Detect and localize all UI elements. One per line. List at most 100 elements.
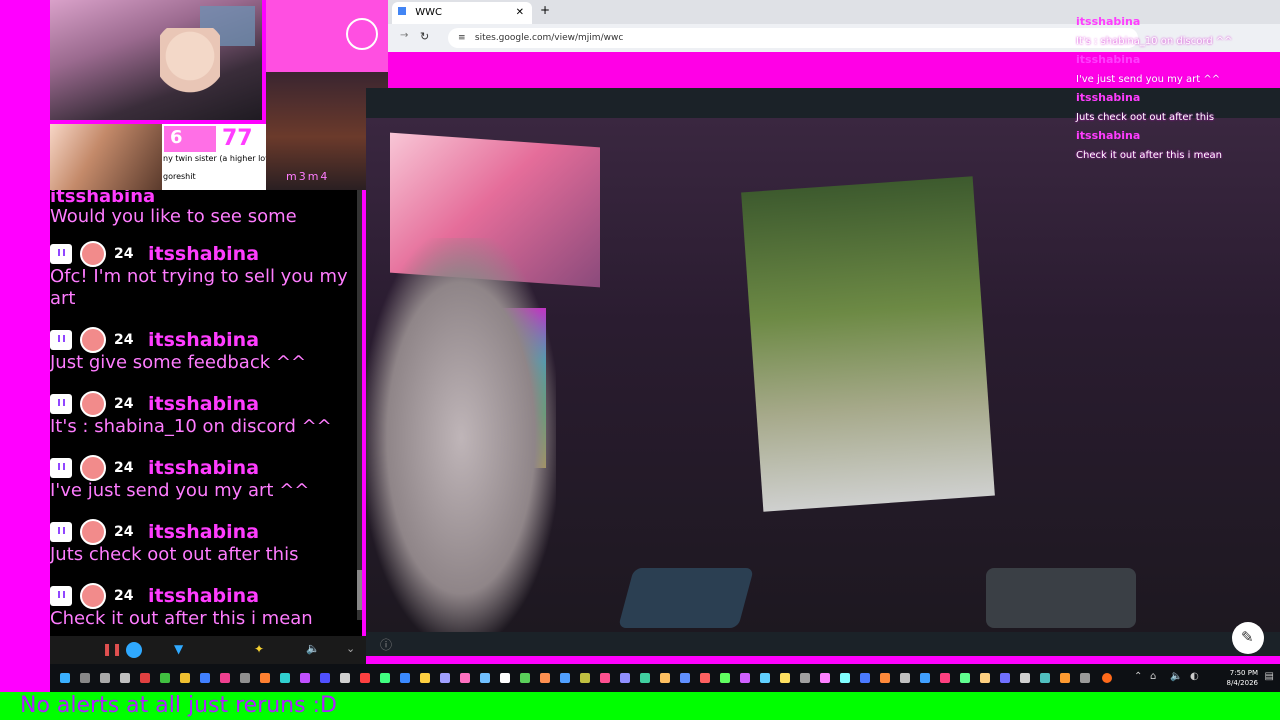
app-icon[interactable]	[580, 673, 590, 683]
bottom-banner: No alerts at all just reruns :D	[0, 692, 1280, 720]
app-icon[interactable]	[860, 673, 870, 683]
mini-chat-message: itsshabina It's : shabina_10 on discord …	[1076, 10, 1233, 48]
app-icon[interactable]	[640, 673, 650, 683]
filter-icon[interactable]: ▼	[174, 642, 183, 656]
avatar	[80, 583, 106, 609]
app-icon[interactable]	[840, 673, 850, 683]
app-icon[interactable]	[940, 673, 950, 683]
chat-bubble-icon[interactable]	[126, 642, 142, 658]
app-icon[interactable]	[740, 673, 750, 683]
app-icon[interactable]	[440, 673, 450, 683]
search-icon[interactable]	[80, 673, 90, 683]
mini-chat-message: itsshabina I've just send you my art ^^	[1076, 48, 1220, 86]
app-icon[interactable]	[720, 673, 730, 683]
fur-blur	[366, 238, 556, 632]
chat-text: Ofc! I'm not trying to sell you my art	[50, 266, 348, 309]
clock-time: 7:50 PM	[1229, 669, 1258, 677]
app-icon[interactable]	[780, 673, 790, 683]
speaker-icon[interactable]: ◐	[1190, 671, 1199, 682]
app-icon[interactable]	[320, 673, 330, 683]
app-icon[interactable]	[540, 673, 550, 683]
app-icon[interactable]	[760, 673, 770, 683]
stream-deck-right	[986, 568, 1136, 628]
notification-icon[interactable]: ▤	[1265, 671, 1274, 682]
reload-icon[interactable]: ↻	[420, 30, 429, 43]
collapse-icon[interactable]: ⌄	[346, 642, 355, 655]
app-icon[interactable]	[560, 673, 570, 683]
app-icon[interactable]	[680, 673, 690, 683]
app-icon[interactable]	[500, 673, 510, 683]
app-icon[interactable]	[1000, 673, 1010, 683]
app-icon[interactable]	[880, 673, 890, 683]
chat-text: I've just send you my art ^^	[50, 480, 310, 501]
app-icon[interactable]	[280, 673, 290, 683]
app-icon[interactable]	[960, 673, 970, 683]
app-icon[interactable]	[180, 673, 190, 683]
new-tab-icon[interactable]: +	[540, 3, 550, 17]
app-icon[interactable]	[100, 673, 110, 683]
app-icon[interactable]	[900, 673, 910, 683]
widget-count-big: 77	[222, 126, 253, 151]
app-icon[interactable]	[360, 673, 370, 683]
volume-icon[interactable]: 🔈	[306, 642, 320, 655]
app-icon[interactable]	[400, 673, 410, 683]
twitch-badge-icon	[50, 244, 72, 264]
tab-title: WWC	[415, 7, 442, 18]
app-icon[interactable]	[800, 673, 810, 683]
edit-button[interactable]: ✎	[1232, 622, 1264, 654]
app-icon[interactable]	[660, 673, 670, 683]
avatar	[80, 519, 106, 545]
tab-wwc[interactable]: WWC ✕	[392, 2, 532, 24]
app-icon[interactable]	[380, 673, 390, 683]
windows-taskbar: ⌃ ⌂ 🔈 ◐ 7:50 PM 8/4/2026 ▤	[50, 664, 1280, 692]
forward-icon[interactable]: →	[400, 30, 408, 41]
app-icon[interactable]	[340, 673, 350, 683]
close-icon[interactable]: ✕	[516, 2, 524, 24]
address-bar[interactable]: ≡ sites.google.com/view/mjim/wwc	[448, 28, 1138, 48]
pencil-icon: ✎	[1241, 628, 1254, 646]
app-icon[interactable]	[480, 673, 490, 683]
app-icon[interactable]	[220, 673, 230, 683]
broom-icon[interactable]: ✦	[254, 642, 264, 656]
app-icon[interactable]	[520, 673, 530, 683]
chevron-up-icon[interactable]: ⌃	[1134, 671, 1142, 682]
app-icon[interactable]	[160, 673, 170, 683]
app-icon[interactable]	[1040, 673, 1050, 683]
browser-icon[interactable]	[1102, 673, 1112, 683]
app-icon[interactable]	[1060, 673, 1070, 683]
app-icon[interactable]	[260, 673, 270, 683]
app-icon[interactable]	[300, 673, 310, 683]
app-icon[interactable]	[1080, 673, 1090, 683]
pause-icon[interactable]: ❚❚	[102, 642, 122, 656]
app-icon[interactable]	[240, 673, 250, 683]
chat-text: Juts check oot out after this	[50, 544, 299, 565]
app-icon[interactable]	[420, 673, 430, 683]
scrollbar-thumb[interactable]	[357, 570, 362, 610]
app-icon[interactable]	[600, 673, 610, 683]
chat-username: itsshabina	[148, 329, 260, 351]
heart-rate-widget: 132 max min 75	[266, 0, 390, 104]
chat-scrollbar[interactable]	[357, 190, 362, 620]
app-icon[interactable]	[820, 673, 830, 683]
mini-chat-text: Check it out after this i mean	[1076, 150, 1222, 161]
app-icon[interactable]	[620, 673, 630, 683]
site-info-icon[interactable]: ≡	[458, 28, 468, 48]
app-icon[interactable]	[700, 673, 710, 683]
app-icon[interactable]	[920, 673, 930, 683]
chat-message: 24 itsshabina It's : shabina_10 on disco…	[50, 391, 360, 438]
sub-badge: 24	[114, 460, 134, 476]
volume-icon[interactable]: 🔈	[1170, 671, 1182, 682]
chat-username: itsshabina	[148, 585, 260, 607]
network-icon[interactable]: ⌂	[1150, 671, 1156, 682]
app-icon[interactable]	[200, 673, 210, 683]
app-icon[interactable]	[140, 673, 150, 683]
twitch-badge-icon	[50, 394, 72, 414]
app-icon[interactable]	[980, 673, 990, 683]
system-clock[interactable]: 7:50 PM 8/4/2026	[1227, 668, 1258, 688]
anime-avatar-image	[50, 124, 162, 190]
info-icon[interactable]: ⓘ	[380, 636, 392, 653]
app-icon[interactable]	[460, 673, 470, 683]
start-icon[interactable]	[60, 673, 70, 683]
app-icon[interactable]	[1020, 673, 1030, 683]
app-icon[interactable]	[120, 673, 130, 683]
